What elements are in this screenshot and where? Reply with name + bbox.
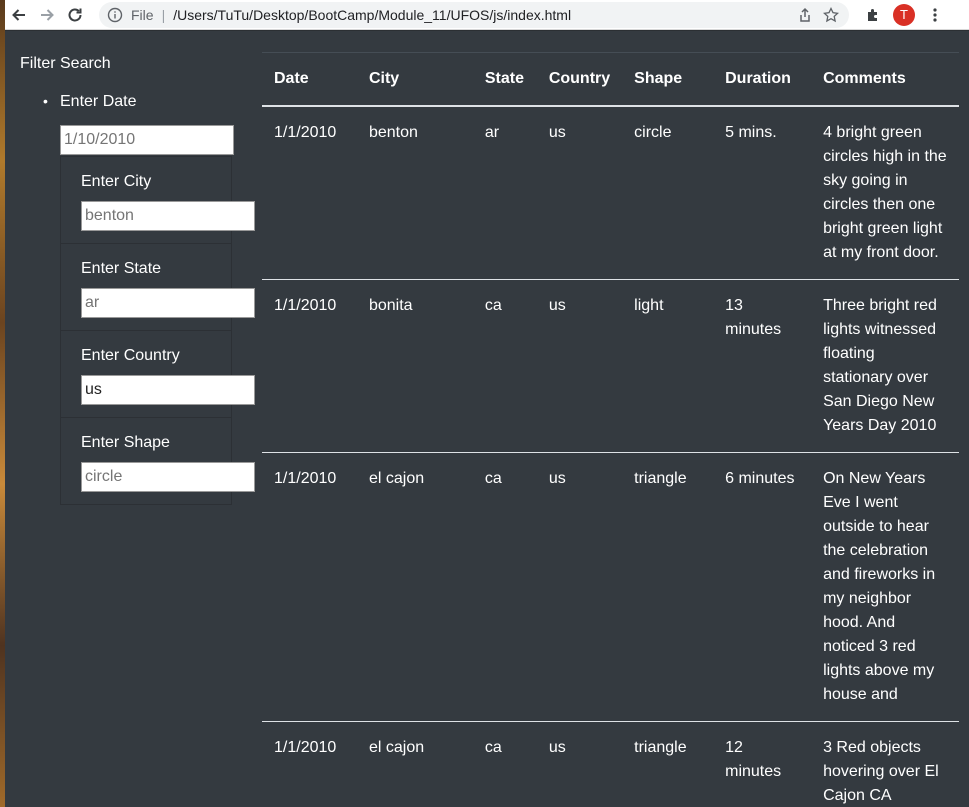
state-label: Enter State <box>81 260 162 277</box>
extensions-button[interactable] <box>861 3 885 27</box>
url-text[interactable]: /Users/TuTu/Desktop/BootCamp/Module_11/U… <box>173 7 571 23</box>
ufo-table-container: Date City State Country Shape Duration C… <box>262 52 969 807</box>
date-filter-label: Enter Date <box>20 93 260 111</box>
cell-city: bonita <box>356 279 473 453</box>
column-header-shape: Shape <box>622 52 714 107</box>
ufo-table: Date City State Country Shape Duration C… <box>262 52 959 807</box>
cell-country: us <box>536 105 623 280</box>
cell-city: el cajon <box>356 452 473 722</box>
back-button[interactable] <box>5 1 33 29</box>
country-filter: Enter Country <box>61 330 255 417</box>
cell-comments: On New Years Eve I went outside to hear … <box>811 452 959 722</box>
column-header-date: Date <box>262 52 357 107</box>
filter-sidebar: Filter Search Enter Date <box>20 55 260 121</box>
cell-date: 1/1/2010 <box>262 452 357 722</box>
filter-title: Filter Search <box>20 55 111 72</box>
column-header-comments: Comments <box>811 52 959 107</box>
cell-country: us <box>536 279 623 453</box>
shape-filter: Enter Shape <box>61 417 255 504</box>
table-header-row: Date City State Country Shape Duration C… <box>262 52 959 107</box>
city-filter: Enter City <box>61 156 255 243</box>
country-label: Enter Country <box>81 347 180 364</box>
cell-date: 1/1/2010 <box>262 721 357 807</box>
cell-shape: triangle <box>622 452 714 722</box>
cell-shape: circle <box>622 105 714 280</box>
table-row: 1/1/2010 benton ar us circle 5 mins. 4 b… <box>262 105 959 280</box>
scheme-label: File <box>131 6 154 23</box>
date-input[interactable] <box>60 125 234 155</box>
shape-input[interactable] <box>81 462 255 492</box>
cell-comments: 4 bright green circles high in the sky g… <box>811 105 959 280</box>
puzzle-icon <box>868 8 877 21</box>
cell-duration: 5 mins. <box>713 105 812 280</box>
filter-list: Enter City Enter State Enter Country Ent… <box>60 156 255 505</box>
cell-duration: 13 minutes <box>713 279 812 453</box>
share-icon[interactable] <box>797 7 813 23</box>
state-input[interactable] <box>81 288 255 318</box>
cell-city: el cajon <box>356 721 473 807</box>
reload-icon <box>68 8 82 21</box>
cell-state: ca <box>472 721 537 807</box>
kebab-menu-icon <box>933 7 937 22</box>
cell-country: us <box>536 452 623 722</box>
reload-button[interactable] <box>61 1 89 29</box>
cell-state: ca <box>472 452 537 722</box>
cell-state: ar <box>472 105 537 280</box>
state-filter: Enter State <box>61 243 255 330</box>
bookmark-star-icon[interactable] <box>823 6 839 23</box>
shape-label: Enter Shape <box>81 434 170 451</box>
cell-date: 1/1/2010 <box>262 279 357 453</box>
table-row: 1/1/2010 bonita ca us light 13 minutes T… <box>262 279 959 453</box>
date-filter <box>60 125 234 155</box>
page-content: Filter Search Enter Date Enter City Ente… <box>5 31 969 807</box>
arrow-left-icon <box>12 8 25 21</box>
cell-shape: triangle <box>622 721 714 807</box>
city-input[interactable] <box>81 201 255 231</box>
city-label: Enter City <box>81 173 152 190</box>
info-icon[interactable] <box>107 7 123 23</box>
profile-avatar[interactable]: T <box>893 3 915 26</box>
browser-toolbar: File | /Users/TuTu/Desktop/BootCamp/Modu… <box>5 0 969 30</box>
cell-country: us <box>536 721 623 807</box>
cell-date: 1/1/2010 <box>262 105 357 280</box>
browser-menu-button[interactable] <box>925 3 945 27</box>
table-row: 1/1/2010 el cajon ca us triangle 6 minut… <box>262 452 959 722</box>
column-header-country: Country <box>536 52 623 107</box>
address-bar[interactable]: File | /Users/TuTu/Desktop/BootCamp/Modu… <box>99 1 849 28</box>
forward-button[interactable] <box>33 1 61 29</box>
cell-duration: 12 minutes <box>713 721 812 807</box>
table-row: 1/1/2010 el cajon ca us triangle 12 minu… <box>262 721 959 807</box>
cell-state: ca <box>472 279 537 453</box>
arrow-right-icon <box>41 8 54 21</box>
column-header-state: State <box>472 52 537 107</box>
cell-comments: Three bright red lights witnessed floati… <box>811 279 959 453</box>
scheme-separator: | <box>161 6 166 23</box>
cell-city: benton <box>356 105 473 280</box>
country-input[interactable] <box>81 375 255 405</box>
cell-duration: 6 minutes <box>713 452 812 722</box>
column-header-duration: Duration <box>713 52 812 107</box>
cell-shape: light <box>622 279 714 453</box>
cell-comments: 3 Red objects hovering over El Cajon CA <box>811 721 959 807</box>
column-header-city: City <box>356 52 473 107</box>
